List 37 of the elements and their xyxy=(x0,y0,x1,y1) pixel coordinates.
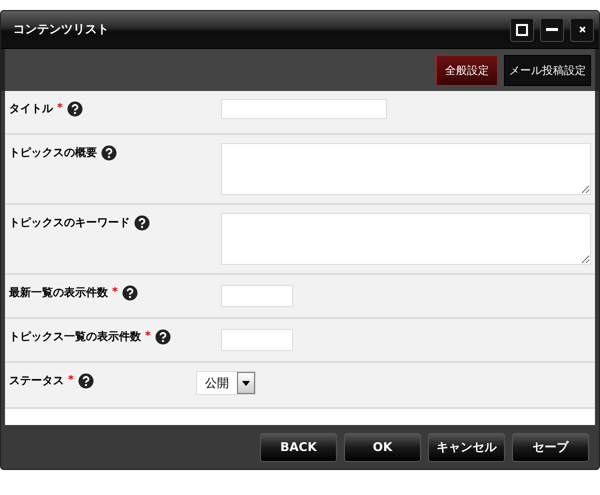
field-label: トピックス一覧の表示件数 xyxy=(9,329,141,344)
help-icon[interactable] xyxy=(66,101,83,117)
toolbar-tab[interactable]: メール投稿設定 xyxy=(504,54,591,86)
minimize-icon xyxy=(546,28,558,32)
footer-button[interactable]: キャンセル xyxy=(428,432,505,462)
field-label: ステータス xyxy=(9,373,64,388)
field-label: タイトル xyxy=(9,101,53,116)
dropdown-arrow-icon[interactable] xyxy=(242,380,250,386)
field-label: 最新一覧の表示件数 xyxy=(9,285,108,300)
toolbar-tab[interactable]: 全般設定 xyxy=(436,54,498,86)
help-icon[interactable] xyxy=(78,373,94,389)
close-icon xyxy=(578,26,586,33)
status-dropdown[interactable]: 公開 xyxy=(196,371,256,395)
required-mark: * xyxy=(112,285,118,298)
help-icon[interactable] xyxy=(122,285,138,301)
input-field[interactable] xyxy=(221,329,293,351)
help-icon[interactable] xyxy=(101,145,117,161)
required-mark: * xyxy=(57,101,63,114)
footer-button[interactable]: セーブ xyxy=(512,432,589,462)
help-icon[interactable] xyxy=(134,215,150,231)
input-field[interactable] xyxy=(221,285,293,307)
required-mark: * xyxy=(145,329,151,342)
input-field[interactable] xyxy=(221,99,387,119)
help-icon[interactable] xyxy=(154,329,171,345)
input-field[interactable] xyxy=(221,213,591,265)
input-field[interactable] xyxy=(221,143,591,195)
select-value: 公開 xyxy=(205,374,229,392)
field-label: トピックスのキーワード xyxy=(9,215,130,230)
maximize-icon xyxy=(516,24,528,36)
maximize-button[interactable] xyxy=(510,18,534,42)
footer-button[interactable]: OK xyxy=(344,432,421,462)
minimize-button[interactable] xyxy=(540,18,564,42)
required-mark: * xyxy=(68,373,74,386)
field-label: トピックスの概要 xyxy=(9,145,97,160)
footer-button[interactable]: BACK xyxy=(260,432,337,462)
window-title: コンテンツリスト xyxy=(13,21,110,38)
close-button[interactable] xyxy=(570,18,594,42)
